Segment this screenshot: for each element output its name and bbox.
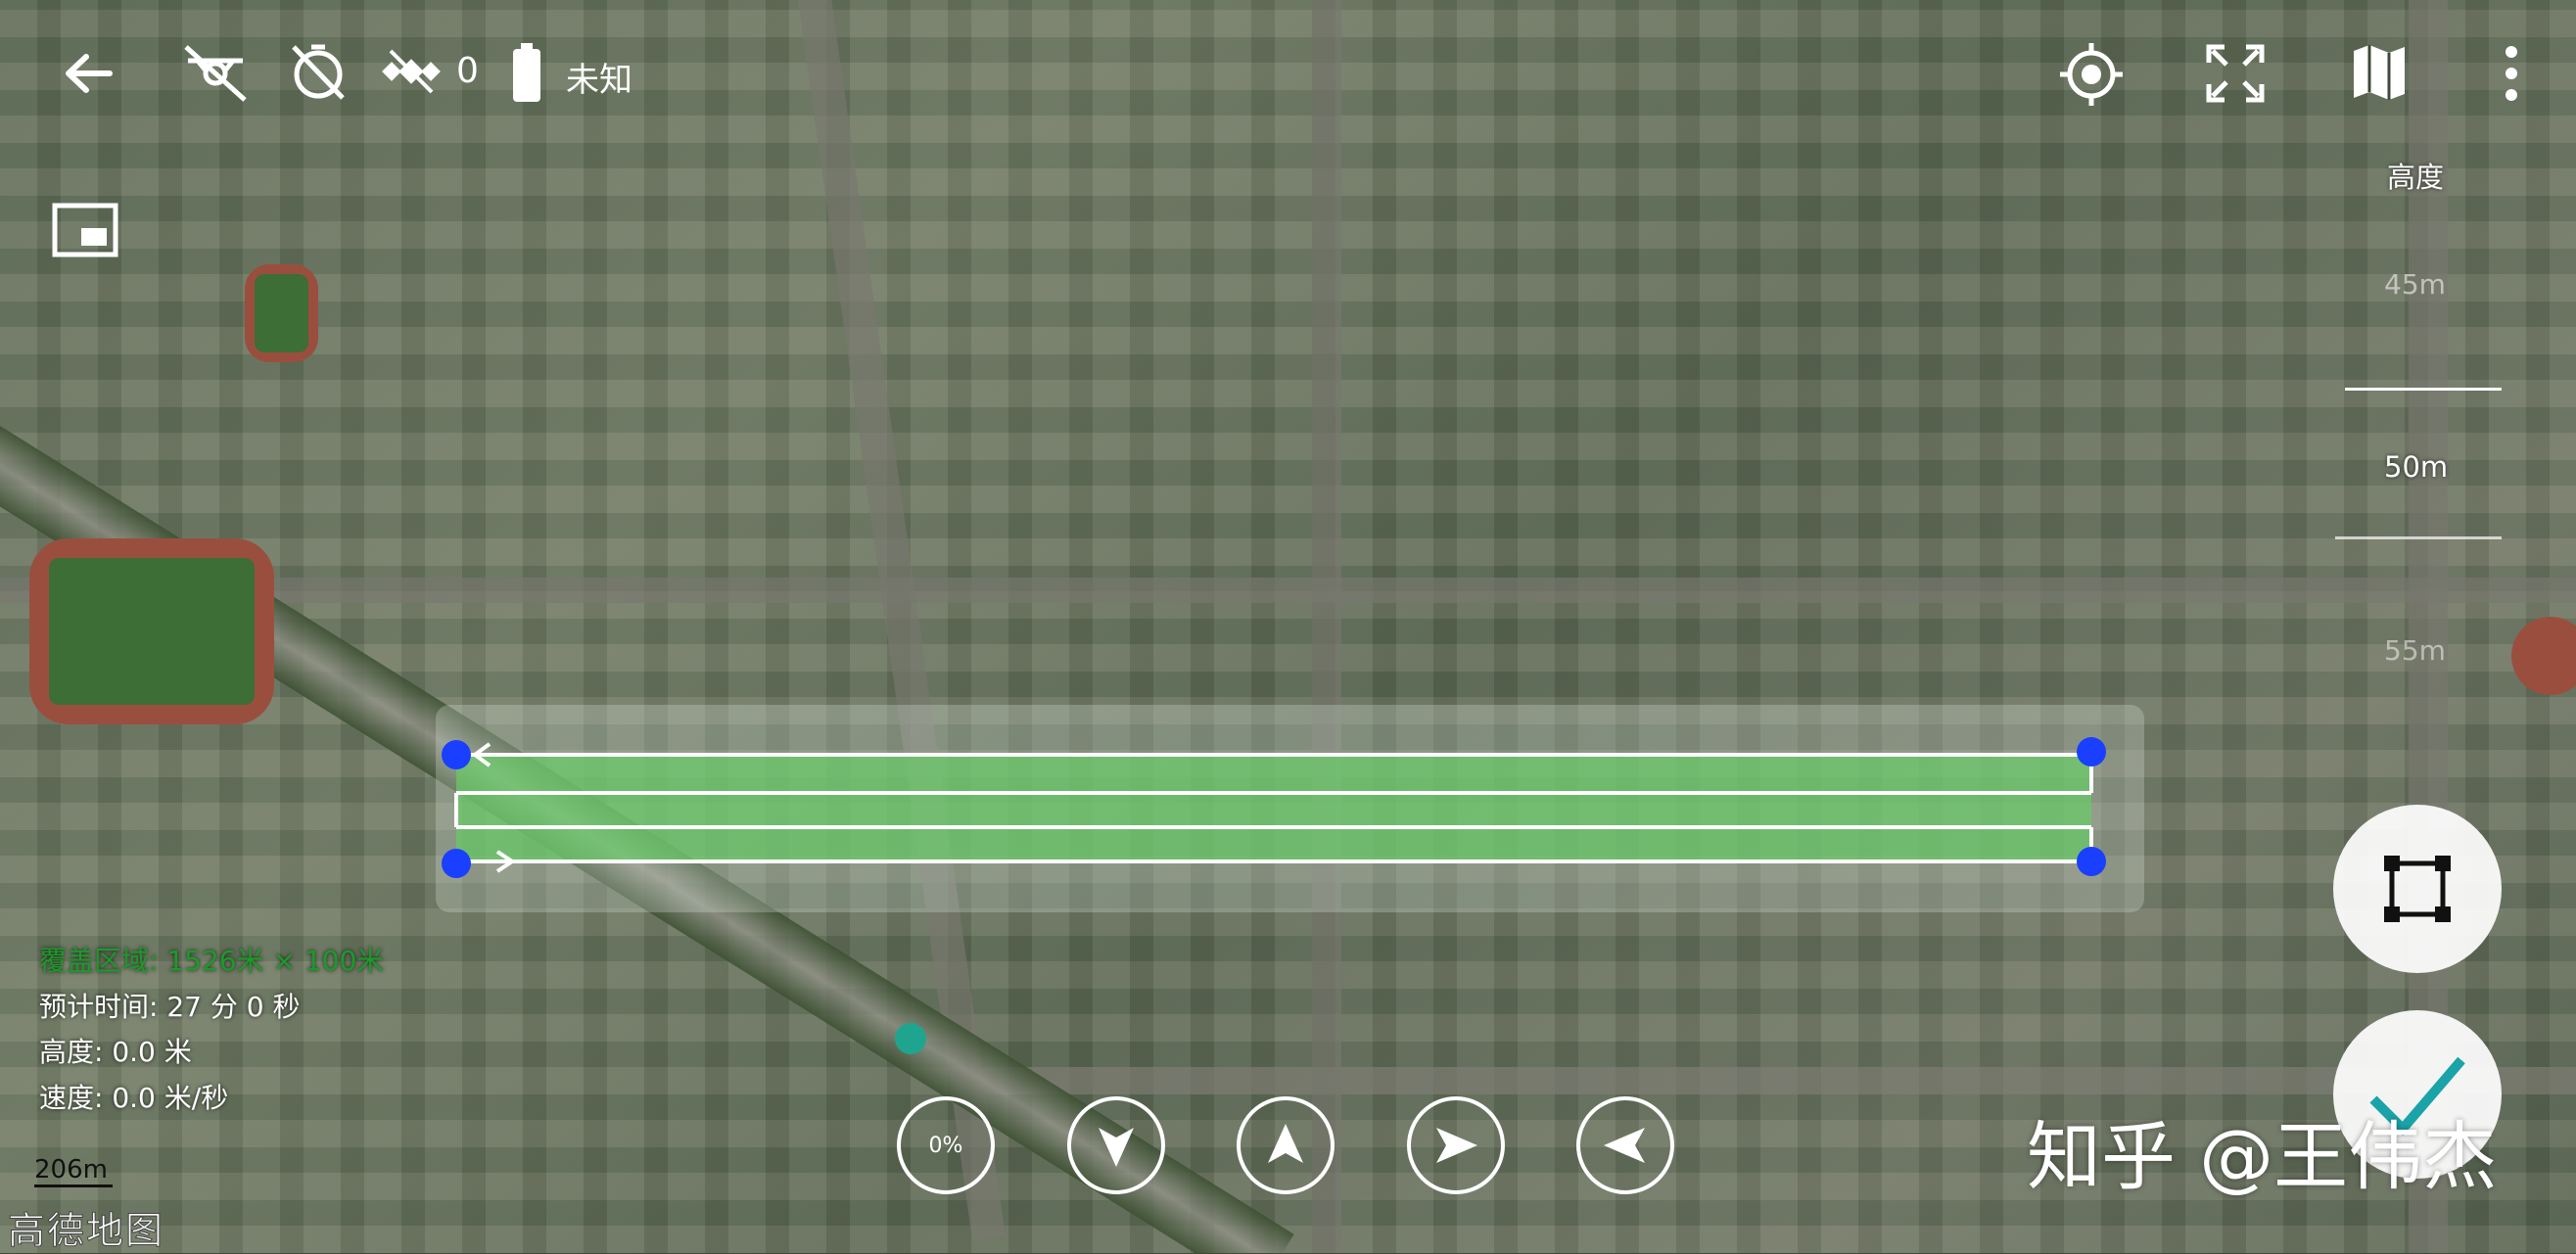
rotate-down-button[interactable]	[1067, 1096, 1165, 1194]
triangle-down-icon	[1099, 1128, 1134, 1167]
map-scale-bar	[34, 1184, 113, 1187]
coverage-area-text: 覆盖区域: 1526米 × 100米	[39, 945, 385, 977]
altitude-tick-label: 55m	[2384, 634, 2446, 667]
waypoint-start	[442, 740, 471, 769]
amap-logo: 高德地图	[7, 1209, 165, 1253]
more-vertical-icon[interactable]	[2492, 39, 2531, 108]
back-arrow-icon[interactable]	[54, 44, 122, 103]
rotate-right-button[interactable]	[1407, 1096, 1505, 1194]
fullscreen-icon[interactable]	[2201, 39, 2270, 108]
waypoint	[2077, 737, 2106, 766]
battery-count: 0	[456, 51, 479, 91]
estimated-time-text: 预计时间: 27 分 0 秒	[39, 991, 301, 1023]
speed-text: 速度: 0.0 米/秒	[39, 1082, 229, 1114]
route-area	[456, 754, 2091, 859]
satellite-icon	[377, 37, 445, 106]
waypoint-end	[442, 849, 471, 878]
polygon-frame-icon	[2384, 856, 2451, 922]
map-icon[interactable]	[2345, 37, 2413, 108]
pip-toggle-icon[interactable]	[51, 201, 119, 259]
drone-disconnected-icon[interactable]	[176, 39, 255, 108]
altitude-slider-handle[interactable]	[2335, 536, 2502, 539]
home-point	[895, 1023, 926, 1054]
altitude-slider-line	[2345, 388, 2502, 391]
map-scale-label: 206m	[34, 1155, 108, 1184]
altitude-tick-label: 45m	[2384, 268, 2446, 301]
height-text: 高度: 0.0 米	[39, 1036, 192, 1068]
progress-label: 0%	[928, 1133, 963, 1158]
rotate-left-button[interactable]	[1576, 1096, 1674, 1194]
waypoint	[2077, 847, 2106, 876]
battery-icon	[509, 39, 544, 106]
height-label: 高度	[2387, 161, 2445, 194]
rotate-up-button[interactable]	[1237, 1096, 1335, 1194]
flight-route	[442, 737, 2106, 1054]
timer-off-icon[interactable]	[284, 37, 352, 106]
progress-button[interactable]: 0%	[897, 1096, 995, 1194]
edit-area-button[interactable]	[2333, 805, 2502, 973]
altitude-current-label: 50m	[2384, 450, 2449, 484]
locate-icon[interactable]	[2054, 37, 2129, 112]
triangle-right-icon	[1436, 1128, 1477, 1163]
triangle-up-icon	[1268, 1124, 1303, 1163]
triangle-left-icon	[1604, 1128, 1645, 1163]
battery-status: 未知	[566, 61, 632, 100]
watermark: 知乎 @王伟杰	[2027, 1113, 2498, 1200]
